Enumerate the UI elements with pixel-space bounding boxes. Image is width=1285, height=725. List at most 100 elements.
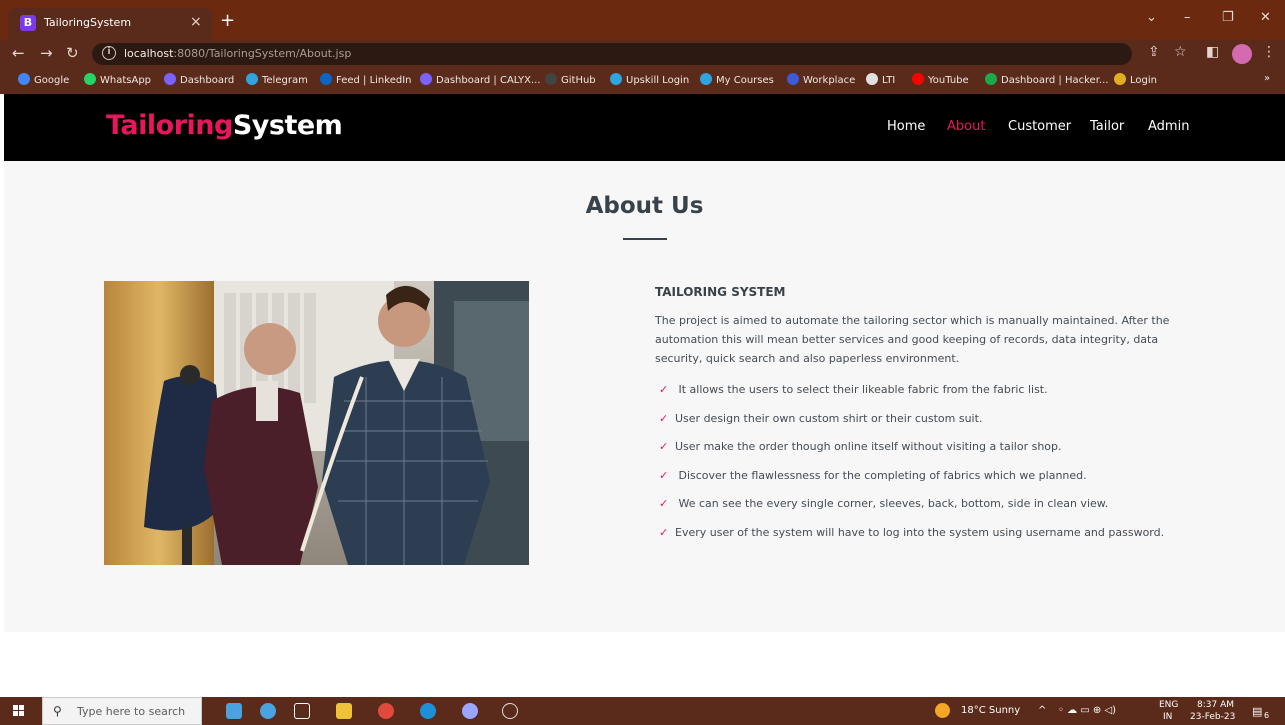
bookmark-label: YouTube: [928, 75, 969, 86]
tab-search-icon[interactable]: ⌄: [1146, 10, 1157, 25]
bookmark-label: WhatsApp: [100, 75, 152, 86]
content-heading: TAILORING SYSTEM: [655, 285, 786, 299]
widgets-icon[interactable]: [226, 703, 242, 719]
feature-list: ✓ It allows the users to select their li…: [659, 383, 1164, 554]
check-icon: ✓: [659, 497, 669, 510]
bookmark-label: Login: [1130, 75, 1157, 86]
check-icon: ✓: [659, 383, 669, 396]
feature-text: User design their own custom shirt or th…: [675, 411, 983, 425]
bookmark-label: Dashboard | CALYX...: [436, 75, 541, 86]
task-view-icon[interactable]: [294, 703, 310, 719]
reload-icon[interactable]: ↻: [66, 44, 79, 62]
browser-tab[interactable]: B TailoringSystem ×: [8, 8, 212, 40]
language-top[interactable]: ENG: [1159, 700, 1178, 710]
file-explorer-icon[interactable]: [336, 703, 352, 719]
bookmark-favicon-icon: [320, 73, 332, 85]
nav-customer[interactable]: Customer: [1008, 119, 1071, 134]
tray-chevron-icon[interactable]: ^: [1038, 705, 1046, 716]
windows-start-icon[interactable]: [13, 705, 25, 717]
bookmark-favicon-icon: [164, 73, 176, 85]
notification-count: 6: [1264, 711, 1270, 720]
nav-tailor[interactable]: Tailor: [1090, 119, 1124, 134]
bookmark-favicon-icon: [610, 73, 622, 85]
page-title: About Us: [585, 193, 704, 219]
tab-favicon-icon: B: [20, 15, 36, 31]
tab-close-icon[interactable]: ×: [190, 14, 202, 30]
clock-date[interactable]: 23-Feb-23: [1190, 712, 1235, 722]
bookmark-favicon-icon: [545, 73, 557, 85]
bookmark-item[interactable]: Dashboard | Hacker...: [985, 73, 1108, 86]
bookmark-item[interactable]: My Courses: [700, 73, 774, 86]
bookmark-label: Telegram: [262, 75, 308, 86]
bookmark-favicon-icon: [18, 73, 30, 85]
nav-admin[interactable]: Admin: [1148, 119, 1189, 134]
bookmark-item[interactable]: WhatsApp: [84, 73, 151, 86]
bookmark-favicon-icon: [246, 73, 258, 85]
share-icon[interactable]: ⇪: [1148, 44, 1160, 60]
bookmark-favicon-icon: [985, 73, 997, 85]
list-item: ✓ User design their own custom shirt or t…: [659, 412, 1164, 441]
clock-time[interactable]: 8:37 AM: [1197, 700, 1234, 710]
settings-icon[interactable]: [502, 703, 518, 719]
taskbar: ⚲ Type here to search 18°C Sunny ^ ◦ ☁ ▭…: [0, 697, 1285, 725]
bookmark-item[interactable]: Google: [18, 73, 69, 86]
bookmark-item[interactable]: Login: [1114, 73, 1157, 86]
notification-icon[interactable]: ▤: [1252, 705, 1262, 718]
profile-avatar[interactable]: [1232, 44, 1252, 64]
check-icon: ✓: [659, 525, 669, 539]
taskbar-search-input[interactable]: ⚲ Type here to search: [42, 697, 202, 725]
bookmark-item[interactable]: LTI: [866, 73, 895, 86]
chrome-icon[interactable]: [378, 703, 394, 719]
bookmark-star-icon[interactable]: ☆: [1174, 44, 1187, 60]
menu-icon[interactable]: ⋮: [1262, 44, 1276, 60]
bookmark-favicon-icon: [1114, 73, 1126, 85]
weather-text[interactable]: 18°C Sunny: [961, 705, 1020, 716]
bookmark-label: Dashboard | Hacker...: [1001, 75, 1109, 86]
bookmark-label: GitHub: [561, 75, 596, 86]
back-icon[interactable]: ←: [12, 44, 25, 62]
url-field[interactable]: i localhost:8080/TailoringSystem/About.j…: [92, 43, 1132, 65]
language-bottom[interactable]: IN: [1163, 712, 1172, 722]
bookmarks-bar: Google WhatsApp Dashboard Telegram Feed | Li…: [0, 68, 1285, 94]
site-info-icon[interactable]: i: [102, 46, 116, 60]
logo-part-system: System: [232, 110, 343, 141]
browser-titlebar: B TailoringSystem × + ⌄ – ❐ ✕: [0, 0, 1285, 40]
nav-about[interactable]: About: [947, 119, 985, 134]
feature-text: It allows the users to select their like…: [675, 383, 1048, 396]
bookmark-favicon-icon: [700, 73, 712, 85]
bookmark-item[interactable]: Dashboard: [164, 73, 234, 86]
list-item: ✓ Every user of the system will have to l…: [659, 526, 1164, 555]
feature-text: Discover the flawlessness for the comple…: [675, 468, 1087, 482]
bookmark-favicon-icon: [420, 73, 432, 85]
bookmark-item[interactable]: YouTube: [912, 73, 969, 86]
bookmark-item[interactable]: GitHub: [545, 73, 596, 86]
side-panel-icon[interactable]: ◧: [1206, 44, 1219, 60]
cortana-icon[interactable]: [260, 703, 276, 719]
feature-text: User make the order though online itself…: [675, 440, 1062, 453]
bookmark-item[interactable]: Workplace: [787, 73, 855, 86]
forward-icon[interactable]: →: [40, 44, 53, 62]
bookmark-item[interactable]: Feed | LinkedIn: [320, 73, 412, 86]
minimize-icon[interactable]: –: [1184, 10, 1191, 25]
site-logo[interactable]: TailoringSystem: [106, 110, 343, 141]
list-item: ✓ It allows the users to select their li…: [659, 383, 1164, 412]
bookmark-item[interactable]: Telegram: [246, 73, 308, 86]
tray-icons[interactable]: ◦ ☁ ▭ ⊕ ◁): [1058, 705, 1116, 716]
bookmark-item[interactable]: Dashboard | CALYX...: [420, 73, 541, 86]
bookmark-item[interactable]: Upskill Login: [610, 73, 689, 86]
edge-icon[interactable]: [420, 703, 436, 719]
nav-home[interactable]: Home: [887, 119, 925, 134]
list-item: ✓ User make the order though online itsel…: [659, 440, 1164, 469]
content-paragraph: The project is aimed to automate the tai…: [655, 314, 1170, 365]
new-tab-icon[interactable]: +: [220, 10, 235, 31]
restore-icon[interactable]: ❐: [1222, 10, 1234, 25]
check-icon: ✓: [659, 468, 669, 482]
feature-text: We can see the every single corner, slee…: [675, 497, 1109, 510]
check-icon: ✓: [659, 440, 669, 453]
app-icon[interactable]: [462, 703, 478, 719]
site-header: TailoringSystem Home About Customer Tail…: [4, 94, 1285, 161]
more-bookmarks-icon[interactable]: »: [1264, 73, 1270, 84]
close-window-icon[interactable]: ✕: [1260, 10, 1271, 25]
bookmark-favicon-icon: [84, 73, 96, 85]
tab-title: TailoringSystem: [44, 16, 132, 29]
